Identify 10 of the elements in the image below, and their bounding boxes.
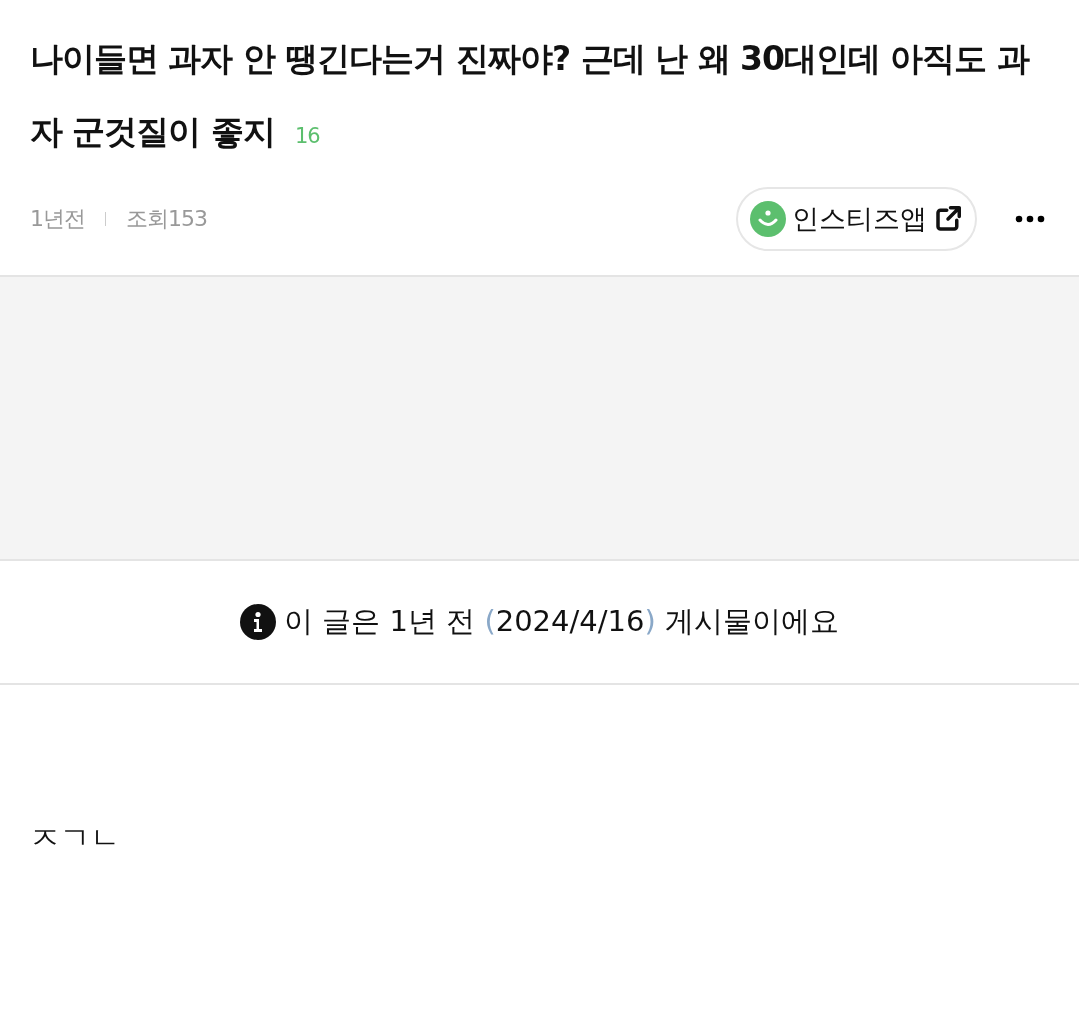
post-body: ㅈㄱㄴ bbox=[30, 819, 121, 857]
archive-notice: 이 글은 1년 전 (2024/4/16) 게시물이에요 bbox=[284, 603, 839, 640]
post-time: 1년전 bbox=[30, 205, 85, 233]
view-count: 조회153 bbox=[126, 205, 207, 233]
post-title: 나이들면 과자 안 땡긴다는거 진짜야? 근데 난 왜 30대인데 아직도 과자 군것질이 좋지 16 bbox=[30, 38, 1031, 153]
smiley-icon bbox=[750, 201, 786, 237]
info-icon bbox=[240, 604, 277, 640]
comment-count: 16 bbox=[295, 124, 320, 148]
app-link-button[interactable]: 인스티즈앱 bbox=[736, 187, 977, 251]
external-link-icon bbox=[933, 204, 963, 234]
